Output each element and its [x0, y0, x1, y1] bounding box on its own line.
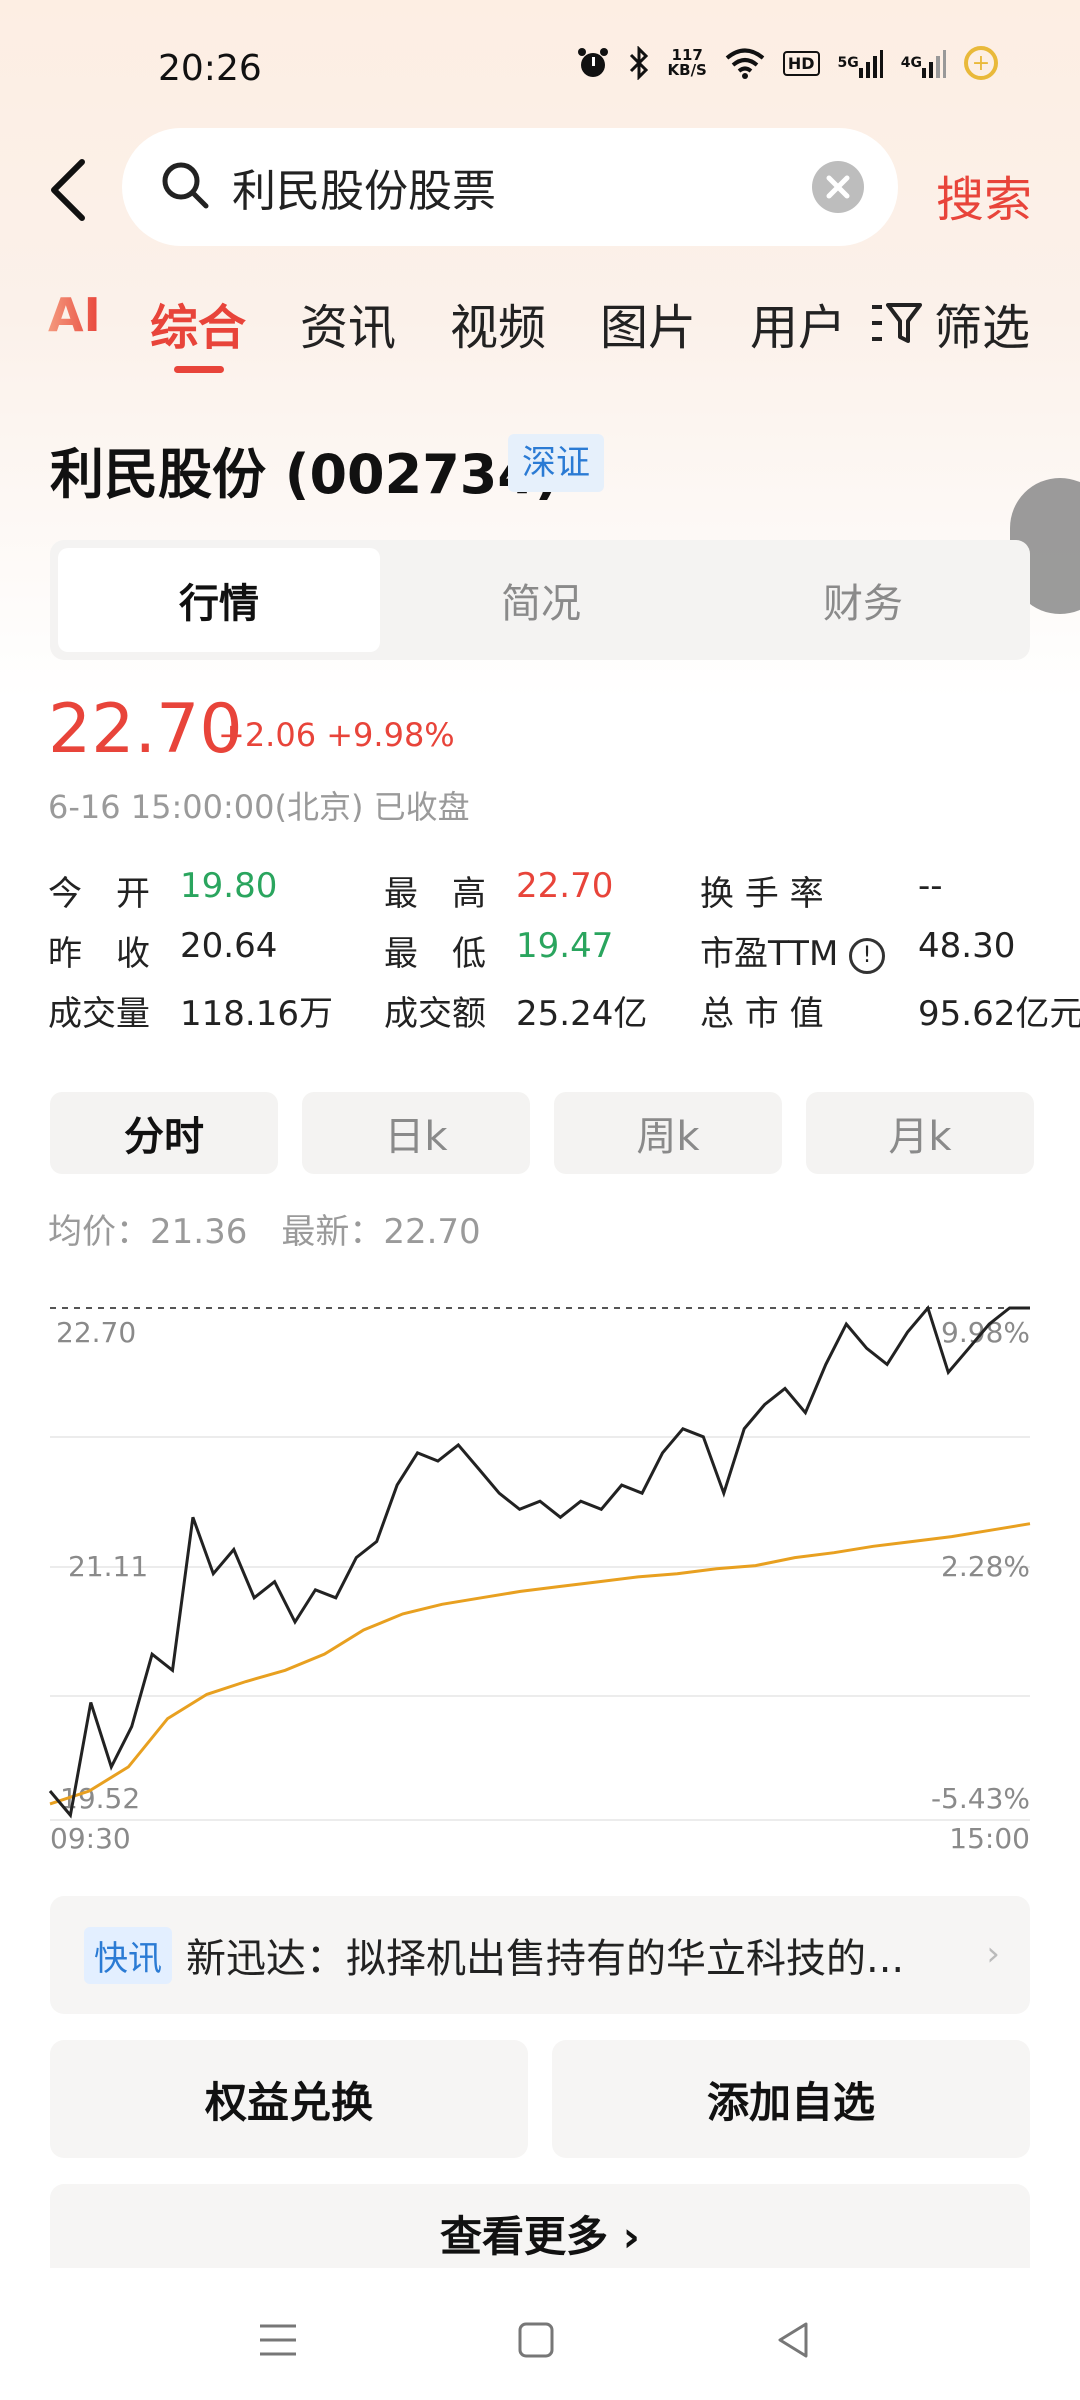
equity-exchange-button[interactable]: 权益兑换	[50, 2040, 528, 2158]
tab-news[interactable]: 资讯	[300, 288, 396, 358]
exchange-badge: 深证	[508, 434, 604, 492]
y-left-tick: 22.70	[56, 1316, 136, 1349]
stock-segment-control: 行情 简况 财务	[50, 540, 1030, 660]
status-icons: 117 KB/S HD 5G 4G +	[576, 46, 998, 80]
search-query[interactable]: 利民股份股票	[232, 155, 496, 219]
amount-value: 25.24亿	[516, 994, 648, 1034]
back-nav-icon[interactable]	[764, 2310, 824, 2370]
battery-saver-icon: +	[964, 46, 998, 80]
filter-label: 筛选	[934, 300, 1031, 356]
high-value: 22.70	[516, 866, 614, 906]
status-time: 20:26	[158, 48, 262, 89]
open-label: 今 开	[48, 874, 150, 914]
avg-latest-line: 均价：21.36 最新：22.70	[48, 1212, 481, 1252]
volume-label: 成交量	[48, 994, 150, 1034]
x-tick: 15:00	[949, 1822, 1030, 1850]
y-left-tick: 21.11	[68, 1550, 148, 1583]
period-tab-daily[interactable]: 日k	[302, 1092, 530, 1174]
news-badge: 快讯	[84, 1926, 172, 1984]
search-button[interactable]: 搜索	[936, 160, 1032, 230]
open-value: 19.80	[180, 866, 278, 906]
see-more-button[interactable]: 查看更多 ›	[50, 2184, 1030, 2268]
active-tab-indicator	[174, 366, 224, 373]
clear-icon[interactable]	[812, 161, 864, 213]
y-right-tick: 2.28%	[941, 1550, 1030, 1583]
menu-icon[interactable]	[248, 2310, 308, 2370]
add-watchlist-button[interactable]: 添加自选	[552, 2040, 1030, 2158]
period-tab-monthly[interactable]: 月k	[806, 1092, 1034, 1174]
segment-quote[interactable]: 行情	[58, 548, 380, 652]
turnover-value: --	[918, 866, 943, 906]
back-arrow-icon[interactable]	[44, 150, 92, 230]
signal-5g-icon: 5G	[838, 48, 883, 78]
period-tab-intraday[interactable]: 分时	[50, 1092, 278, 1174]
chevron-right-icon: ›	[986, 1934, 1000, 1974]
tab-users[interactable]: 用户	[750, 288, 846, 358]
net-speed: 117 KB/S	[667, 46, 707, 79]
segment-profile[interactable]: 简况	[380, 548, 702, 652]
hd-icon: HD	[782, 50, 820, 76]
pe-ttm-value: 48.30	[918, 926, 1016, 966]
volume-value: 118.16万	[180, 994, 333, 1034]
news-text: 新迅达：拟择机出售持有的华立科技的...	[186, 1936, 905, 1982]
current-price: 22.70	[48, 690, 243, 769]
stock-title: 利民股份 (002734)	[50, 443, 560, 506]
market-cap-value: 95.62亿元	[918, 994, 1080, 1034]
tab-ai[interactable]: AI	[48, 288, 101, 342]
price-change: +2.06 +9.98%	[218, 716, 455, 754]
y-right-tick: -5.43%	[931, 1782, 1030, 1815]
prev-close-label: 昨 收	[48, 934, 150, 974]
turnover-label: 换 手 率	[700, 874, 824, 914]
quote-timestamp: 6-16 15:00:00(北京) 已收盘	[48, 788, 470, 826]
info-icon[interactable]: !	[849, 937, 886, 974]
tab-video[interactable]: 视频	[450, 288, 546, 358]
search-icon	[160, 160, 210, 214]
prev-close-value: 20.64	[180, 926, 278, 966]
intraday-chart[interactable]: 22.70 21.11 19.52 9.98% 2.28% -5.43% 09:…	[0, 1280, 1080, 1850]
tab-comprehensive[interactable]: 综合	[150, 288, 246, 358]
amount-label: 成交额	[384, 994, 486, 1034]
filter-button[interactable]: 筛选	[870, 288, 1030, 358]
pe-ttm-label: 市盈TTM !	[700, 926, 886, 975]
signal-4g-icon: 4G	[901, 48, 946, 78]
filter-icon	[870, 301, 922, 345]
segment-finance[interactable]: 财务	[702, 548, 1024, 652]
search-category-tabs: AI 综合 资讯 视频 图片 用户 筛选	[48, 288, 1038, 378]
news-flash-card[interactable]: 快讯 新迅达：拟择机出售持有的华立科技的... ›	[50, 1896, 1030, 2014]
low-label: 最 低	[384, 934, 486, 974]
x-tick: 09:30	[50, 1822, 131, 1850]
high-label: 最 高	[384, 874, 486, 914]
home-icon[interactable]	[506, 2310, 566, 2370]
y-right-tick: 9.98%	[941, 1316, 1030, 1349]
market-cap-label: 总 市 值	[700, 994, 824, 1034]
bluetooth-icon	[628, 46, 650, 80]
low-value: 19.47	[516, 926, 614, 966]
price-line	[48, 1304, 1030, 1819]
search-input[interactable]: 利民股份股票	[122, 128, 898, 246]
avg-price-line	[49, 1522, 1031, 1806]
period-tab-weekly[interactable]: 周k	[554, 1092, 782, 1174]
alarm-icon	[576, 46, 610, 80]
tab-images[interactable]: 图片	[600, 288, 696, 358]
wifi-icon	[725, 47, 765, 79]
